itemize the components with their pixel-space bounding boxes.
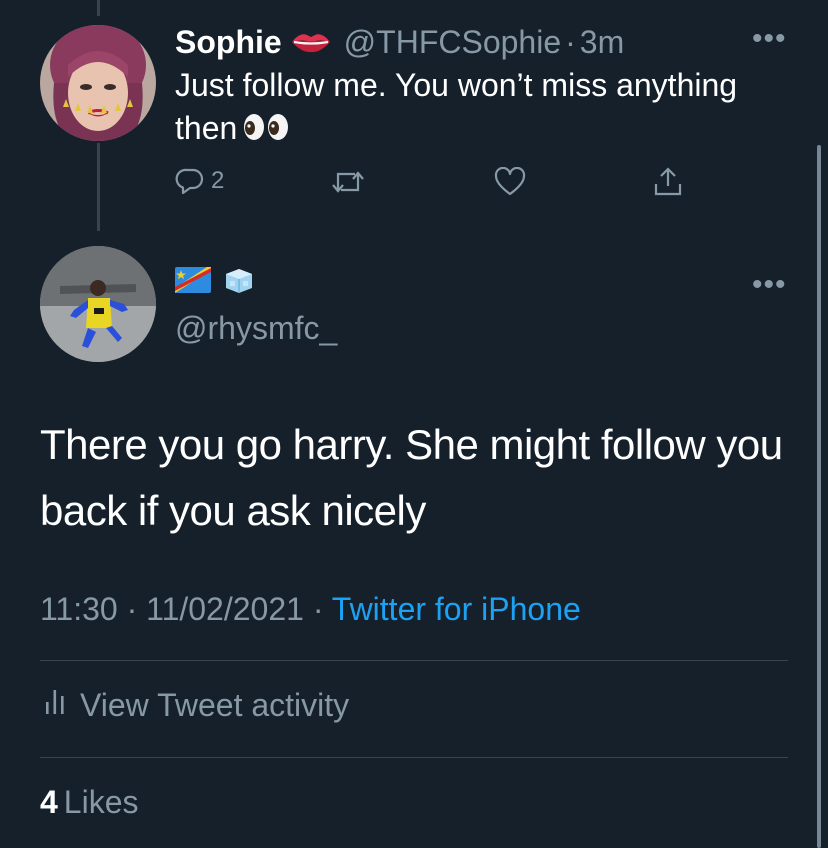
analytics-icon <box>44 686 80 724</box>
tweet-time[interactable]: 11:30 <box>40 591 118 627</box>
flag-icons-row <box>175 266 255 299</box>
reply-tweet-text: Just follow me. You won’t miss anything … <box>175 64 795 153</box>
reply-count: 2 <box>211 167 225 194</box>
likes-count: 4 <box>40 784 58 820</box>
rhysmfc-avatar[interactable] <box>40 246 156 362</box>
view-tweet-activity-button[interactable]: View Tweet activity <box>44 686 349 724</box>
reply-button[interactable]: 2 <box>175 166 224 196</box>
sophie-avatar[interactable] <box>40 25 156 141</box>
like-icon <box>494 167 526 197</box>
share-button[interactable] <box>652 166 684 198</box>
tweet-date[interactable]: 11/02/2021 <box>146 591 304 627</box>
handle[interactable]: @THFCSophie <box>344 24 561 61</box>
scrollbar[interactable] <box>817 145 821 848</box>
display-name[interactable]: Sophie <box>175 24 282 61</box>
reply-header: Sophie @THFCSophie · 3m <box>175 22 624 62</box>
like-button[interactable] <box>494 167 526 197</box>
view-tweet-activity-label: View Tweet activity <box>80 686 350 723</box>
likes-link[interactable]: 4 Likes <box>40 784 139 821</box>
more-options-icon-main[interactable]: ••• <box>752 270 787 300</box>
tweet-meta: 11:30 · 11/02/2021 · Twitter for iPhone <box>40 591 581 628</box>
likes-label: Likes <box>63 784 139 820</box>
reply-action-bar: 2 <box>0 166 828 206</box>
divider-bottom <box>40 757 788 758</box>
separator: · <box>565 23 576 60</box>
retweet-button[interactable] <box>331 168 365 196</box>
eyes-icon <box>243 110 289 153</box>
tweet-source-link[interactable]: Twitter for iPhone <box>332 591 581 627</box>
meta-separator-2: · <box>312 591 324 627</box>
meta-separator: · <box>126 591 138 627</box>
reply-icon <box>175 166 205 196</box>
divider-top <box>40 660 788 661</box>
share-icon <box>652 166 684 198</box>
time-ago[interactable]: 3m <box>580 24 624 61</box>
main-tweet-text: There you go harry. She might follow you… <box>40 421 783 534</box>
more-options-icon[interactable]: ••• <box>752 24 787 54</box>
author-handle[interactable]: @rhysmfc_ <box>175 310 337 347</box>
thread-line-top <box>97 0 100 16</box>
ice-cube-icon <box>223 266 255 299</box>
retweet-icon <box>331 168 365 196</box>
lips-icon <box>290 24 332 61</box>
dr-congo-flag-icon <box>175 267 211 298</box>
